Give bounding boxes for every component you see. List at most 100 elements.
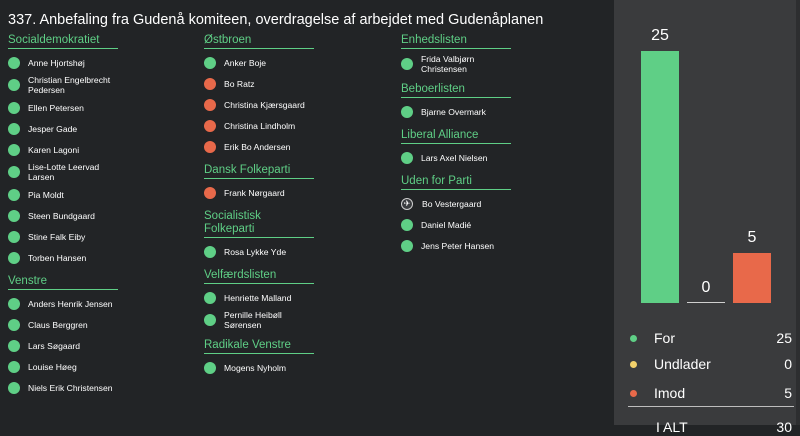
legend-row-for: For 25 [628, 329, 792, 347]
member-name: Bjarne Overmark [421, 106, 486, 117]
legend-dot-for [630, 334, 637, 342]
vote-for-dot [8, 79, 20, 91]
vote-for-dot [8, 166, 20, 178]
party-group: Velfærdslisten Henriette Malland Pernille … [204, 269, 316, 332]
member-row[interactable]: Niels Erik Christensen [8, 377, 120, 398]
member-name: Anders Henrik Jensen [28, 298, 113, 309]
member-row[interactable]: Bo Ratz [204, 73, 316, 94]
legend-label-for: For [654, 330, 675, 346]
party-column-2: Østbroen Anker Boje Bo Ratz Christina Kjærs… [204, 34, 316, 385]
member-row[interactable]: Anker Boje [204, 52, 316, 73]
party-group: Østbroen Anker Boje Bo Ratz Christina Kjærs… [204, 34, 316, 157]
member-row[interactable]: Christina Lindholm [204, 115, 316, 136]
bar-value-label: 5 [747, 228, 757, 246]
member-name: Mogens Nyholm [224, 362, 287, 373]
vote-against-dot [204, 77, 216, 90]
member-name: Lars Søgaard [28, 340, 81, 351]
party-group: Socialistisk Folkeparti Rosa Lykke Yde [204, 210, 316, 262]
member-name: Claus Berggren [28, 319, 88, 330]
party-heading: Liberal Alliance [401, 129, 511, 144]
bar-for [641, 51, 679, 303]
member-row[interactable]: Anders Henrik Jensen [8, 293, 120, 314]
legend-label-imod: Imod [654, 385, 686, 401]
member-row[interactable]: Karen Lagoni [8, 139, 120, 160]
party-heading: Velfærdslisten [204, 269, 314, 284]
party-heading: Uden for Parti [401, 175, 511, 190]
vote-for-dot [204, 314, 216, 326]
member-row[interactable]: Lise-Lotte Leervad Larsen [8, 160, 120, 184]
party-group: Dansk Folkeparti Frank Nørgaard [204, 164, 316, 203]
vote-against-dot [204, 119, 216, 132]
total-value: 30 [776, 419, 792, 435]
vote-for-dot [8, 297, 20, 310]
member-row[interactable]: Frank Nørgaard [204, 182, 316, 203]
member-row[interactable]: Jesper Gade [8, 118, 120, 139]
vote-for-dot [204, 291, 216, 304]
member-name: Ellen Petersen [28, 102, 84, 113]
member-name: Anker Boje [224, 57, 267, 68]
bar-imod [733, 252, 771, 303]
member-row[interactable]: Rosa Lykke Yde [204, 241, 316, 262]
bar-value-label: 0 [701, 279, 711, 296]
member-name: Bo Ratz [224, 78, 255, 89]
party-heading: Beboerlisten [401, 83, 511, 98]
member-name: Frank Nørgaard [224, 187, 285, 198]
member-name: Pernille Heibøll Sørensen [224, 310, 282, 330]
legend-value-for: 25 [776, 330, 792, 346]
vote-for-dot [8, 209, 20, 222]
legend-dot-undlader [630, 360, 637, 368]
legend-dot-imod [630, 389, 637, 397]
member-row[interactable]: Henriette Malland [204, 287, 316, 308]
bar-value-label: 25 [651, 27, 669, 44]
member-row[interactable]: ✈ Bo Vestergaard [401, 193, 513, 214]
member-row[interactable]: Daniel Madié [401, 214, 513, 235]
vote-title: 337. Anbefaling fra Gudenå komiteen, ove… [8, 12, 544, 28]
member-name: Lars Axel Nielsen [421, 152, 488, 163]
member-row[interactable]: Frida Valbjørn Christensen [401, 52, 513, 76]
member-row[interactable]: Steen Bundgaard [8, 205, 120, 226]
results-panel: 25 0 5 For 25 Undlader 0 Imod 5 I ALT 30 [614, 0, 800, 435]
vote-for-dot [204, 361, 216, 374]
member-row[interactable]: Christian Engelbrecht Pedersen [8, 73, 120, 97]
member-row[interactable]: Torben Hansen [8, 247, 120, 268]
member-row[interactable]: Pia Moldt [8, 184, 120, 205]
party-group: Socialdemokratiet Anne Hjortshøj Christian… [8, 34, 120, 268]
party-group: Uden for Parti ✈ Bo Vestergaard Daniel Madi… [401, 175, 513, 256]
party-heading: Østbroen [204, 34, 314, 49]
member-row[interactable]: Bjarne Overmark [401, 101, 513, 122]
member-name: Bo Vestergaard [422, 198, 482, 209]
party-heading: Socialistisk Folkeparti [204, 210, 314, 238]
member-row[interactable]: Anne Hjortshøj [8, 52, 120, 73]
member-name: Karen Lagoni [28, 144, 80, 155]
party-heading: Radikale Venstre [204, 339, 314, 354]
member-row[interactable]: Pernille Heibøll Sørensen [204, 308, 316, 332]
member-row[interactable]: Ellen Petersen [8, 97, 120, 118]
member-name: Stine Falk Eiby [28, 231, 86, 242]
member-name: Christina Lindholm [224, 120, 296, 131]
member-row[interactable]: Claus Berggren [8, 314, 120, 335]
party-group: Enhedslisten Frida Valbjørn Christensen [401, 34, 513, 76]
vote-for-dot [401, 105, 413, 118]
member-name: Daniel Madié [421, 219, 472, 230]
member-name: Frida Valbjørn Christensen [421, 54, 475, 74]
member-row[interactable]: Lars Søgaard [8, 335, 120, 356]
legend-row-undlader: Undlader 0 [628, 355, 792, 373]
vote-against-dot [204, 98, 216, 111]
member-name: Jesper Gade [28, 123, 78, 134]
vote-for-dot [8, 188, 20, 201]
member-row[interactable]: Mogens Nyholm [204, 357, 316, 378]
member-name: Anne Hjortshøj [28, 57, 85, 68]
member-row[interactable]: Stine Falk Eiby [8, 226, 120, 247]
member-name: Christian Engelbrecht Pedersen [28, 75, 111, 95]
party-heading: Venstre [8, 275, 118, 290]
bar-zero-baseline [687, 302, 725, 303]
vote-for-dot [401, 151, 413, 164]
panel-scrollbar[interactable] [796, 0, 800, 425]
member-row[interactable]: Erik Bo Andersen [204, 136, 316, 157]
member-row[interactable]: Lars Axel Nielsen [401, 147, 513, 168]
member-row[interactable]: Jens Peter Hansen [401, 235, 513, 256]
member-row[interactable]: Christina Kjærsgaard [204, 94, 316, 115]
member-row[interactable]: Louise Høeg [8, 356, 120, 377]
vote-for-dot [8, 122, 20, 135]
member-name: Torben Hansen [28, 252, 87, 263]
